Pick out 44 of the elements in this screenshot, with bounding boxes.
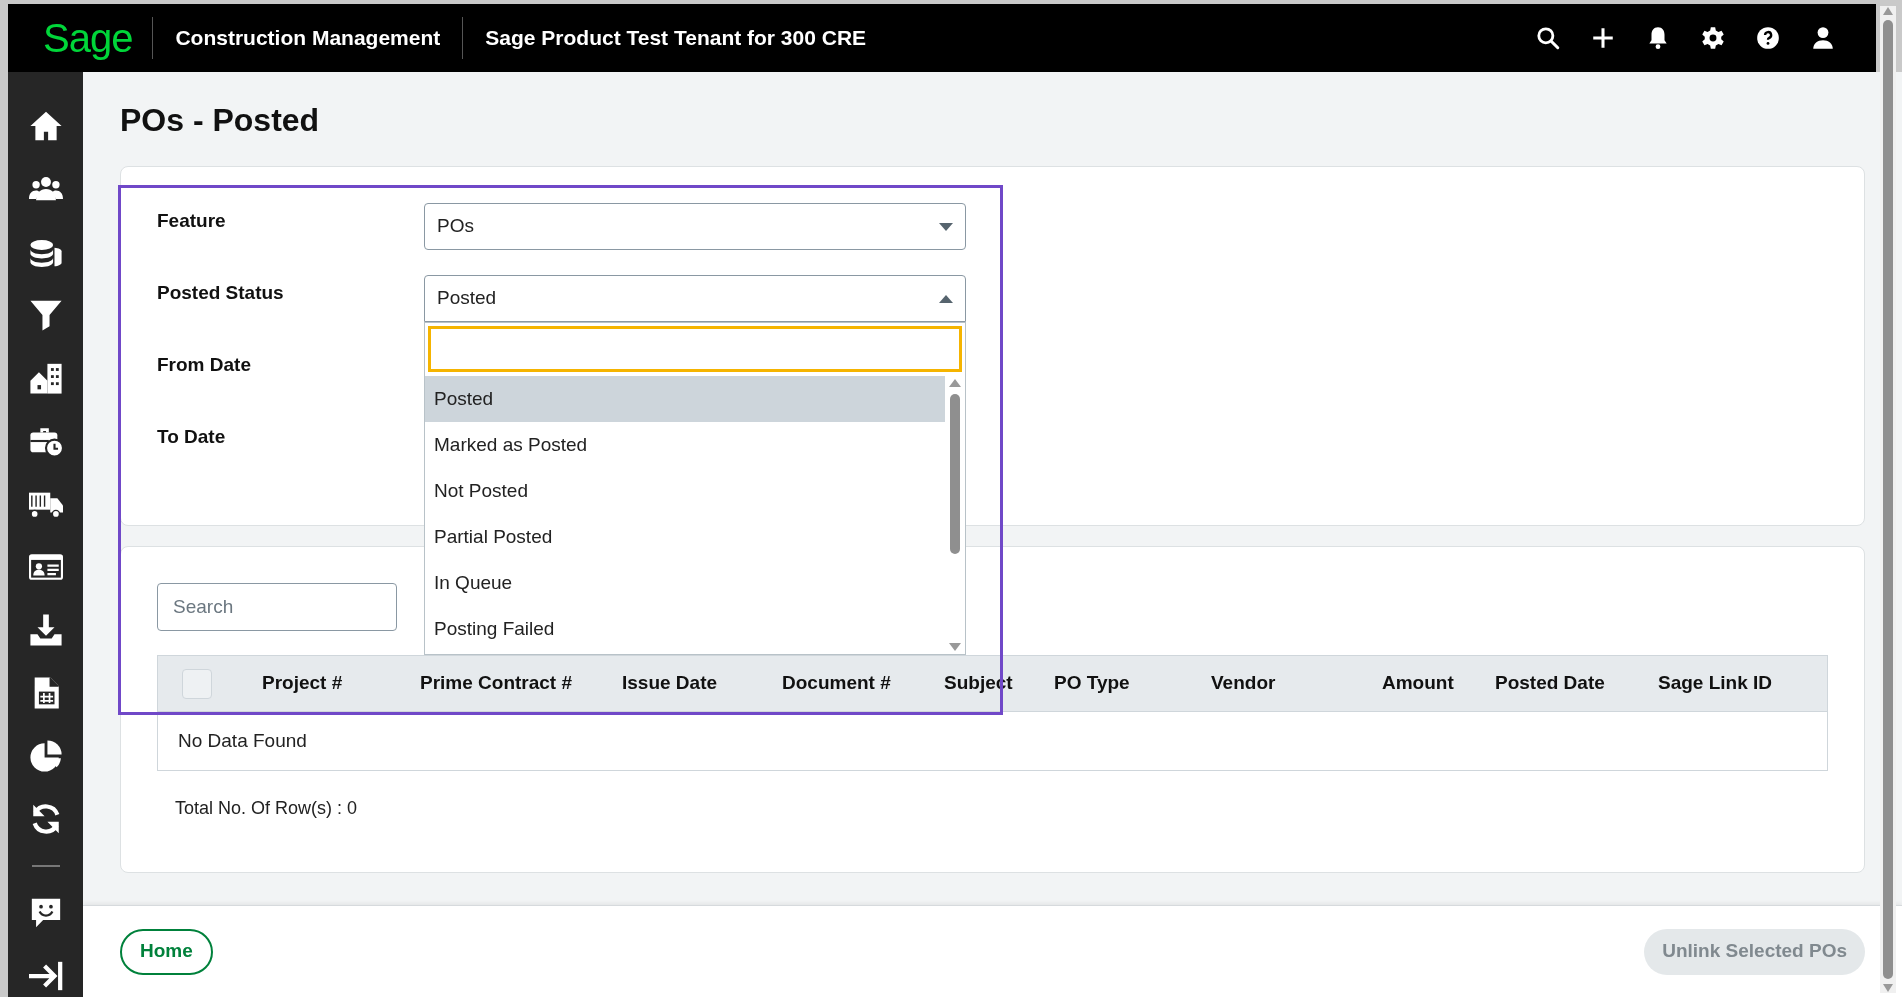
scroll-down-icon[interactable] xyxy=(948,642,962,652)
field-label: Feature xyxy=(157,209,227,233)
empty-message: No Data Found xyxy=(178,728,307,753)
help-icon[interactable] xyxy=(1755,25,1781,51)
tenant-name: Sage Product Test Tenant for 300 CRE xyxy=(484,25,868,52)
dropdown-field[interactable]: Posted xyxy=(424,275,966,322)
dropdown-option[interactable]: Posted xyxy=(425,376,945,422)
logo[interactable]: Sage xyxy=(8,18,153,58)
column-header[interactable]: Issue Date xyxy=(612,669,772,698)
column-header[interactable]: Vendor xyxy=(1201,669,1372,698)
footer-button[interactable]: Home xyxy=(120,928,213,975)
column-header[interactable]: Document # xyxy=(772,669,934,698)
add-icon[interactable] xyxy=(1590,25,1616,51)
field-label: To Date xyxy=(157,425,227,449)
column-header[interactable]: Project # xyxy=(252,669,410,698)
pie-chart-icon[interactable] xyxy=(28,739,63,773)
filter-icon[interactable] xyxy=(28,298,63,332)
column-header[interactable]: Posted Date xyxy=(1485,669,1648,698)
column-header[interactable]: PO Type xyxy=(1044,669,1201,698)
dropdown-search-field[interactable] xyxy=(428,326,962,372)
app-name: Construction Management xyxy=(174,25,442,52)
field-label: From Date xyxy=(157,353,252,377)
field-label: Posted Status xyxy=(157,281,285,305)
search-field[interactable]: Search xyxy=(157,583,397,631)
checkbox[interactable] xyxy=(182,668,212,699)
scrollbar-thumb[interactable] xyxy=(950,394,960,554)
scroll-up-icon[interactable] xyxy=(948,378,962,388)
column-header[interactable]: Amount xyxy=(1372,669,1485,698)
caret-icon xyxy=(939,294,953,303)
column-header[interactable]: Sage Link ID xyxy=(1648,669,1827,698)
download-icon[interactable] xyxy=(28,613,63,647)
search-icon[interactable] xyxy=(1535,25,1561,51)
collapse-icon[interactable] xyxy=(28,959,63,993)
dropdown-field[interactable]: POs xyxy=(424,203,966,250)
scrollbar-thumb[interactable] xyxy=(1883,20,1893,979)
buildings-icon[interactable] xyxy=(28,361,63,395)
settings-icon[interactable] xyxy=(1700,25,1726,51)
user-icon[interactable] xyxy=(1810,25,1836,51)
caret-icon xyxy=(939,222,953,231)
column-header[interactable]: Prime Contract # xyxy=(410,669,612,698)
home-icon[interactable] xyxy=(28,109,63,143)
row-total: Total No. Of Row(s) : 0 xyxy=(175,797,359,820)
scrollbar[interactable] xyxy=(1880,6,1896,993)
page-title: POs - Posted xyxy=(120,101,321,140)
